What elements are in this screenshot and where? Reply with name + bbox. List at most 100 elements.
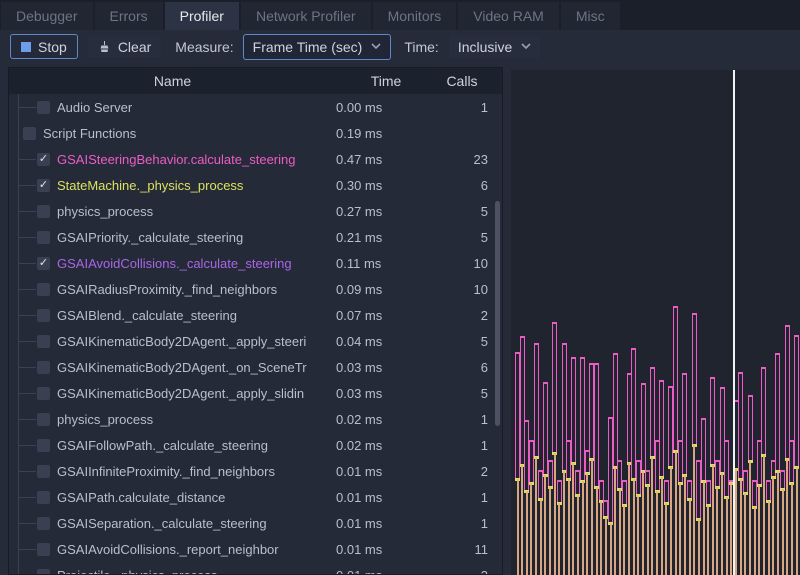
stop-icon [21,42,31,52]
tab-debugger[interactable]: Debugger [1,2,93,30]
table-row[interactable]: GSAIBlend._calculate_steering0.07 ms2 [9,302,502,328]
function-name: GSAIPath.calculate_distance [57,490,225,505]
table-row[interactable]: GSAIKinematicBody2DAgent._on_SceneTr0.03… [9,354,502,380]
row-checkbox[interactable] [37,491,50,504]
name-cell: GSAIRadiusProximity._find_neighbors [9,276,336,302]
row-checkbox[interactable] [37,439,50,452]
table-row[interactable]: GSAIKinematicBody2DAgent._apply_steeri0.… [9,328,502,354]
time-dropdown[interactable]: Inclusive [448,34,541,60]
tab-errors[interactable]: Errors [95,2,163,30]
tab-misc[interactable]: Misc [561,2,620,30]
table-row[interactable]: GSAISeparation._calculate_steering0.01 m… [9,510,502,536]
column-header-calls[interactable]: Calls [436,73,488,89]
calls-value: 5 [436,386,488,401]
graph-frame-bar [534,343,539,457]
graph-frame-bar [610,523,612,575]
row-checkbox[interactable] [37,569,50,575]
row-checkbox[interactable] [37,205,50,218]
graph-frame-bar [761,367,766,455]
row-checkbox[interactable] [37,543,50,556]
table-row[interactable]: GSAIInfiniteProximity._find_neighbors0.0… [9,458,502,484]
time-value: 0.01 ms [336,490,436,505]
graph-frame-bar [661,477,663,575]
graph-frame-bar [605,517,607,575]
row-checkbox[interactable]: ✓ [37,179,50,192]
name-cell: Script Functions [9,120,336,146]
table-row[interactable]: GSAIPath.calculate_distance 0.01 ms1 [9,484,502,510]
row-checkbox[interactable] [23,127,36,140]
tree-guide-line [18,341,36,342]
time-value: 0.02 ms [336,438,436,453]
time-value: 0.00 ms [336,100,436,115]
frame-cursor-line[interactable] [733,70,735,575]
measure-dropdown-value: Frame Time (sec) [253,39,363,55]
table-row[interactable]: physics_process0.02 ms1 [9,406,502,432]
row-checkbox[interactable] [37,517,50,530]
function-name: Audio Server [57,100,132,115]
table-row[interactable]: GSAIPriority._calculate_steering0.21 ms5 [9,224,502,250]
row-checkbox[interactable] [37,283,50,296]
calls-value: 1 [436,490,488,505]
graph-frame-bar [577,495,579,575]
graph-frame-bar [656,491,658,575]
name-cell: physics_process [9,406,336,432]
stop-button[interactable]: Stop [10,34,78,59]
graph-frame-bar [641,383,646,471]
graph-frame-bar [780,470,785,489]
chevron-down-icon [521,43,531,50]
calls-value: 1 [436,516,488,531]
table-row[interactable]: GSAIKinematicBody2DAgent._apply_slidin0.… [9,380,502,406]
clear-button[interactable]: Clear [87,34,162,59]
chevron-down-icon [371,43,381,50]
graph-frame-bar [692,313,697,445]
row-checkbox[interactable] [37,335,50,348]
clear-button-label: Clear [118,39,151,55]
row-checkbox[interactable]: ✓ [37,257,50,270]
graph-frame-bar [712,465,714,575]
graph-frame-bar [548,460,553,487]
table-row[interactable]: GSAIAvoidCollisions._report_neighbor0.01… [9,536,502,562]
graph-frame-bar [591,459,593,575]
graph-frame-bar [758,485,760,575]
measure-dropdown[interactable]: Frame Time (sec) [243,34,392,60]
table-row[interactable]: physics_process0.27 ms5 [9,198,502,224]
table-row[interactable]: ✓GSAISteeringBehavior.calculate_steering… [9,146,502,172]
column-header-time[interactable]: Time [336,73,436,89]
graph-frame-bar [582,481,584,575]
table-row[interactable]: GSAIRadiusProximity._find_neighbors0.09 … [9,276,502,302]
vertical-scrollbar-thumb[interactable] [495,201,500,426]
tab-video-ram[interactable]: Video RAM [458,2,559,30]
tree-guide-line [18,419,36,420]
graph-frame-bar [517,479,519,575]
row-checkbox[interactable]: ✓ [37,153,50,166]
row-checkbox[interactable] [37,387,50,400]
row-checkbox[interactable] [37,309,50,322]
row-checkbox[interactable] [37,413,50,426]
tab-profiler[interactable]: Profiler [165,2,239,30]
graph-frame-bar [748,395,753,461]
tree-guide-line [18,237,36,238]
table-row[interactable]: Projectile._physics_process0.01 ms2 [9,562,502,575]
calls-value: 23 [436,152,488,167]
profiler-toolbar: Stop Clear Measure: Frame Time (sec) Tim… [0,30,800,63]
tab-monitors[interactable]: Monitors [373,2,457,30]
calls-value: 5 [436,334,488,349]
row-checkbox[interactable] [37,231,50,244]
row-checkbox[interactable] [37,361,50,374]
row-checkbox[interactable] [37,101,50,114]
name-cell: ✓GSAIAvoidCollisions._calculate_steering [9,250,336,276]
graph-frame-bar [540,499,542,575]
function-name: GSAISeparation._calculate_steering [57,516,267,531]
table-row[interactable]: Script Functions0.19 ms [9,120,502,146]
graph-frame-bar [586,473,588,575]
table-row[interactable]: ✓GSAIAvoidCollisions._calculate_steering… [9,250,502,276]
graph-frame-bar [557,480,562,503]
column-header-name[interactable]: Name [9,73,336,89]
table-row[interactable]: GSAIFollowPath._calculate_steering0.02 m… [9,432,502,458]
tab-network-profiler[interactable]: Network Profiler [241,2,371,30]
row-checkbox[interactable] [37,465,50,478]
table-row[interactable]: ✓StateMachine._physics_process0.30 ms6 [9,172,502,198]
time-value: 0.09 ms [336,282,436,297]
frame-time-graph[interactable] [511,70,800,575]
table-row[interactable]: Audio Server0.00 ms1 [9,94,502,120]
